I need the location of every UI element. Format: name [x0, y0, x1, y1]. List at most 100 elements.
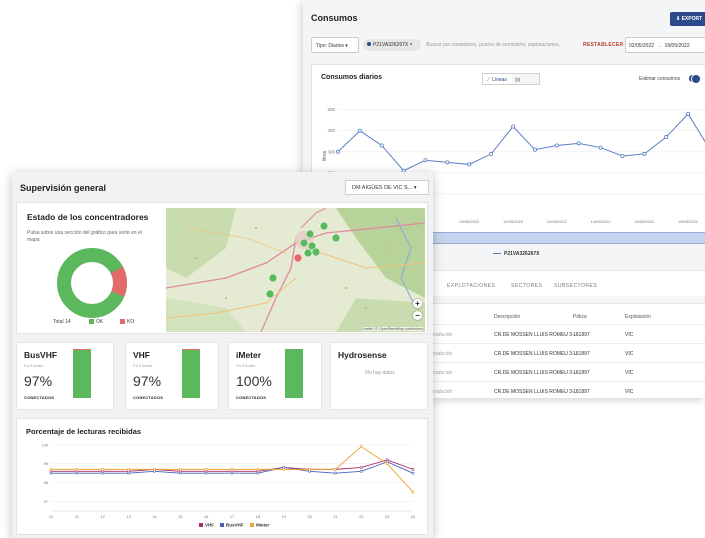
connection-bar: [73, 349, 91, 398]
concentradores-card: Estado de los concentradores Pulsa sobre…: [16, 202, 428, 334]
connected-label: CONECTADOS: [24, 395, 55, 400]
card-title: iMeter: [236, 350, 262, 360]
donut-ok-slice[interactable]: [57, 248, 127, 318]
data-point: [153, 467, 156, 471]
chip-dot-icon: [367, 42, 371, 46]
filter-bar: Tipo: Diarios ▾ P21VA326267X × Buscar po…: [311, 37, 705, 53]
legend-ko[interactable]: KO: [120, 319, 134, 325]
data-point: [554, 143, 559, 148]
lecturas-line-chart: 100 99 98 97 10 11 12 13 14 15 16 17 18 19 20 21 22 23 24 V…: [42, 443, 416, 528]
map-marker-ok[interactable]: [319, 221, 329, 231]
x-tick-label: 13: [126, 514, 131, 519]
concentradores-donut[interactable]: [56, 247, 128, 319]
export-button[interactable]: ⬇ EXPORT: [670, 12, 705, 26]
x-tick-label: 18/05/2022: [678, 219, 699, 224]
chip-label: P21VA326267X: [373, 42, 409, 48]
data-point: [49, 467, 53, 471]
connection-bar: [182, 349, 200, 398]
data-point: [620, 154, 625, 159]
data-point: [359, 445, 363, 449]
connected-percent: 97%: [133, 373, 162, 389]
x-tick-label: 22: [359, 514, 364, 519]
data-point: [664, 135, 669, 140]
data-point: [359, 466, 363, 469]
card-title: Hydrosense: [338, 350, 387, 360]
tab-sectores[interactable]: SECTORES: [511, 283, 542, 289]
data-point: [532, 147, 537, 152]
busvhf-card[interactable]: BusVHF Fa 3 hores 97% CONECTADOS: [16, 342, 114, 410]
data-point: [75, 467, 79, 471]
legend-swatch: [250, 523, 254, 527]
map-marker-ok[interactable]: [331, 233, 341, 243]
data-point: [598, 145, 603, 150]
x-tick-label: 14/05/2022: [591, 219, 612, 224]
column-header[interactable]: Póliza: [573, 314, 587, 320]
y-tick-label: 300: [327, 149, 335, 154]
selected-filter-chip[interactable]: P21VA326267X ×: [363, 39, 421, 51]
x-tick-label: 20: [307, 514, 312, 519]
legend-label: iMeter: [256, 523, 270, 528]
imeter-card[interactable]: iMeter Fa 3 hores 100% CONECTADOS: [228, 342, 322, 410]
column-header[interactable]: Explotación: [625, 314, 651, 320]
x-tick-label: 19: [281, 514, 286, 519]
hydrosense-card[interactable]: Hydrosense No hay datos: [330, 342, 428, 410]
reset-button[interactable]: RESTABLECER: [583, 42, 623, 48]
data-point: [379, 143, 384, 148]
data-point: [282, 467, 286, 471]
data-point: [357, 128, 362, 133]
zoom-out-button[interactable]: −: [413, 311, 422, 320]
data-point: [385, 462, 389, 466]
tipo-select[interactable]: Tipo: Diarios ▾: [311, 37, 359, 53]
total-label: Total 14: [53, 319, 71, 325]
data-point: [411, 467, 415, 471]
legend-swatch: [199, 523, 203, 527]
map-attribution[interactable]: Leaflet | © OpenStreetMap contributors: [362, 327, 423, 331]
vhf-card[interactable]: VHF Fa 3 hores 97% CONECTADOS: [125, 342, 219, 410]
legend-ok[interactable]: OK: [89, 319, 103, 325]
ko-swatch-icon: [120, 319, 125, 324]
date-range-picker[interactable]: 02/05/2022 → 19/05/2022: [625, 37, 705, 53]
data-point: [467, 162, 472, 167]
legend-line-icon: [493, 253, 501, 255]
dm-select[interactable]: DM AIGÜES DE VIC S... ▾: [345, 180, 429, 195]
zoom-in-button[interactable]: +: [413, 299, 422, 308]
map[interactable]: + − Leaflet | © OpenStreetMap contributo…: [166, 208, 425, 332]
data-point: [230, 471, 234, 475]
data-point: [411, 490, 415, 494]
page-title: Supervisión general: [20, 183, 107, 193]
card-title: BusVHF: [24, 350, 58, 360]
map-marker-ok[interactable]: [305, 229, 315, 239]
map-marker-ok[interactable]: [268, 273, 278, 283]
x-tick-label: 23: [385, 514, 390, 519]
x-tick-label: 10/05/2022: [503, 219, 524, 224]
tab-subsectores[interactable]: SUBSECTORES: [554, 283, 597, 289]
data-point: [642, 151, 647, 156]
x-tick-label: 17: [230, 514, 235, 519]
data-point: [204, 467, 208, 471]
legend-label: BusVHF: [226, 523, 244, 528]
map-marker-ok[interactable]: [303, 248, 313, 258]
map-marker-ok[interactable]: [299, 238, 309, 248]
data-point: [686, 111, 691, 116]
data-point: [334, 471, 337, 475]
column-header[interactable]: Descripción: [494, 314, 520, 320]
legend-label: VHF: [205, 523, 214, 528]
search-input[interactable]: Buscar por contadores, puntos de suminis…: [426, 42, 560, 48]
connected-percent: 100%: [236, 373, 272, 389]
supervision-window: Supervisión general DM AIGÜES DE VIC S..…: [12, 172, 433, 538]
tab-explotaciones[interactable]: EXPLOTACIONES: [447, 283, 495, 289]
map-marker-ok[interactable]: [265, 289, 275, 299]
map-marker-ok[interactable]: [311, 247, 321, 257]
date-to: 19/05/2022: [664, 43, 690, 49]
data-point: [101, 471, 105, 475]
range-selector[interactable]: [429, 232, 705, 244]
data-point: [334, 467, 337, 471]
card-title: VHF: [133, 350, 150, 360]
x-tick-label: 16/05/2022: [634, 219, 655, 224]
x-tick-label: 15: [178, 514, 183, 519]
connected-label: CONECTADOS: [236, 395, 267, 400]
data-point: [359, 469, 363, 473]
map-marker-ko[interactable]: [293, 253, 303, 263]
data-point: [178, 467, 182, 471]
data-point: [411, 471, 415, 475]
